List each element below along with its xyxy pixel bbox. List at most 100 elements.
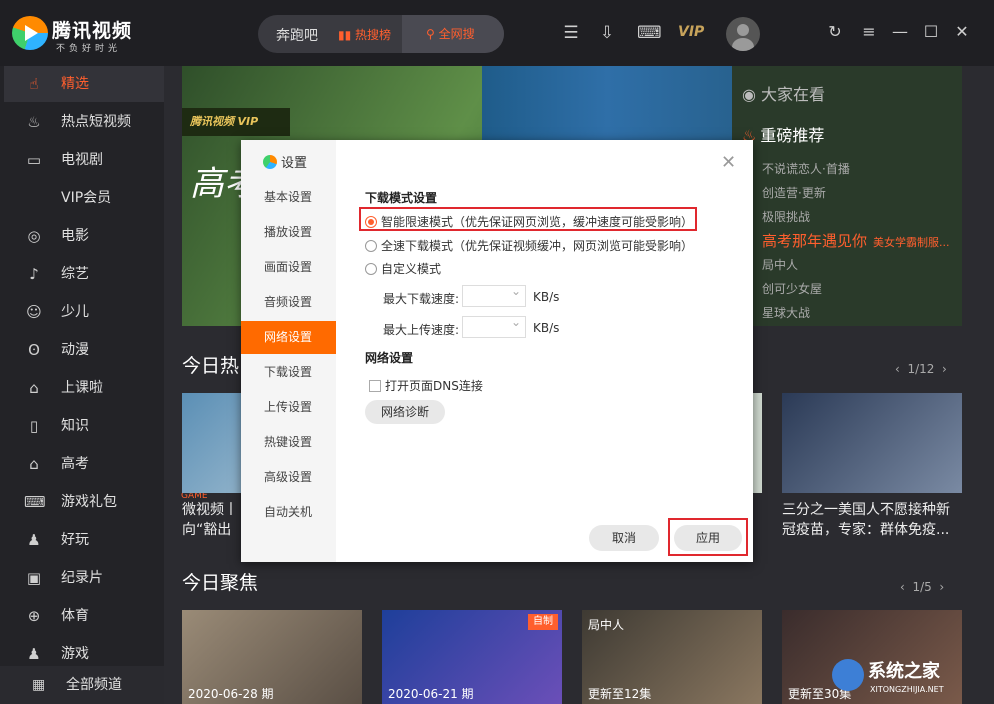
search-query[interactable]: 奔跑吧 — [276, 25, 318, 45]
sidebar-item-tv[interactable]: ▭ 电视剧 — [4, 142, 164, 178]
all-web-search-button[interactable]: ⚲ 全网搜 — [402, 15, 504, 53]
gamepad-icon: ⌨ — [24, 484, 44, 520]
dialog-close-icon[interactable]: ✕ — [721, 152, 736, 173]
nav-network-settings[interactable]: 网络设置 — [241, 321, 336, 354]
rec-item[interactable]: 不说谎恋人·首播 — [762, 160, 850, 177]
game-controller-icon[interactable]: ⌨ — [637, 22, 659, 44]
sidebar-item-movie[interactable]: ◎电影 — [4, 218, 164, 254]
rec-item[interactable]: 局中人 — [762, 256, 798, 273]
original-tag: 自制 — [528, 614, 558, 630]
nav-auto-shutdown[interactable]: 自动关机 — [241, 496, 336, 529]
thumb-up-icon: ☝ — [24, 66, 44, 102]
apply-button[interactable]: 应用 — [674, 525, 742, 551]
sidebar-item-label: 动漫 — [61, 332, 89, 368]
all-channels-button[interactable]: ▦全部频道 — [0, 666, 164, 704]
next-arrow-icon[interactable]: › — [942, 362, 947, 376]
sidebar-item-label: 电视剧 — [61, 142, 103, 178]
prev-arrow-icon[interactable]: ‹ — [895, 362, 900, 376]
minimize-icon[interactable]: — — [890, 22, 910, 42]
nav-playback-settings[interactable]: 播放设置 — [241, 216, 336, 249]
nav-advanced-settings[interactable]: 高级设置 — [241, 461, 336, 494]
focus-card[interactable]: 局中人更新至12集 — [582, 610, 762, 704]
upload-unit: KB/s — [533, 321, 559, 335]
radio-label: 全速下载模式（优先保证视频缓冲，网页浏览可能受影响） — [381, 239, 693, 253]
hot-card-right-caption[interactable]: 三分之一美国人不愿接种新冠疫苗，专家：群体免疫... — [782, 500, 950, 540]
sidebar-item-label: 高考 — [61, 446, 89, 482]
sidebar-item-game-gifts[interactable]: ⌨游戏礼包GAME — [4, 484, 164, 520]
rec-item-subtitle: 美女学霸制服... — [873, 236, 950, 249]
prev-arrow-icon[interactable]: ‹ — [900, 580, 905, 594]
sidebar-item-label: 热点短视频 — [61, 104, 131, 140]
sidebar-item-anime[interactable]: ʘ动漫 — [4, 332, 164, 368]
search-bar[interactable]: 奔跑吧 ▮▮ 热搜榜 ⚲ 全网搜 — [258, 15, 504, 53]
sidebar-item-featured[interactable]: ☝精选 — [4, 66, 164, 102]
sidebar-item-gaokao[interactable]: ⌂ 高考 — [4, 446, 164, 482]
exam-icon: ⌂ — [24, 446, 44, 482]
radio-full-speed[interactable]: 全速下载模式（优先保证视频缓冲，网页浏览可能受影响） — [365, 237, 693, 254]
card-date: 更新至12集 — [588, 685, 651, 702]
featured-label: 重磅推荐 — [760, 126, 824, 145]
sidebar-item-vip[interactable]: VIP会员 — [4, 180, 164, 216]
sidebar-item-label: 少儿 — [61, 294, 89, 330]
banner-brand: 腾讯视频 VIP — [182, 108, 290, 136]
hot-card-middle[interactable] — [752, 393, 762, 493]
sidebar-item-games[interactable]: ♟游戏 — [4, 636, 164, 664]
nav-display-settings[interactable]: 画面设置 — [241, 251, 336, 284]
sidebar-item-knowledge[interactable]: ▯知识 — [4, 408, 164, 444]
radio-custom-mode[interactable]: 自定义模式 — [365, 260, 441, 277]
close-icon[interactable]: ✕ — [952, 22, 972, 42]
maximize-icon[interactable]: ☐ — [921, 22, 941, 42]
nav-download-settings[interactable]: 下载设置 — [241, 356, 336, 389]
dns-checkbox[interactable]: 打开页面DNS连接 — [369, 377, 483, 394]
focus-today-pager: ‹ 1/5 › — [900, 580, 944, 594]
download-unit: KB/s — [533, 290, 559, 304]
rec-item-highlight[interactable]: 高考那年遇见你美女学霸制服... — [762, 230, 950, 251]
cancel-button[interactable]: 取消 — [589, 525, 659, 551]
hot-card-right[interactable] — [782, 393, 962, 493]
logo-text: 腾讯视频 — [52, 16, 132, 43]
refresh-icon[interactable]: ↻ — [825, 22, 845, 42]
hot-today-title: 今日热 — [182, 351, 239, 378]
rec-item[interactable]: 极限挑战 — [762, 208, 810, 225]
network-diagnose-button[interactable]: 网络诊断 — [365, 400, 445, 424]
sidebar-item-variety[interactable]: ♪综艺 — [4, 256, 164, 292]
hot-card-left-caption[interactable]: 微视频丨向“豁出 — [182, 500, 238, 540]
nav-audio-settings[interactable]: 音频设置 — [241, 286, 336, 319]
nav-hotkey-settings[interactable]: 热键设置 — [241, 426, 336, 459]
sidebar-item-label: 好玩 — [61, 522, 89, 558]
menu-icon[interactable]: ≡ — [859, 22, 879, 42]
download-icon[interactable]: ⇩ — [596, 22, 618, 44]
rec-item[interactable]: 创可少女屋 — [762, 280, 822, 297]
caption-line: 三分之一美国人不愿接种新 — [782, 500, 950, 520]
sidebar-item-kids[interactable]: ☺少儿 — [4, 294, 164, 330]
radio-smart-limit[interactable]: 智能限速模式（优先保证网页浏览，缓冲速度可能受影响） — [365, 213, 693, 230]
max-download-select[interactable] — [462, 285, 526, 307]
sidebar-item-classes[interactable]: ⌂上课啦 — [4, 370, 164, 406]
next-arrow-icon[interactable]: › — [939, 580, 944, 594]
focus-card[interactable]: 自制 2020-06-21 期 — [382, 610, 562, 704]
caption-line: 冠疫苗，专家：群体免疫... — [782, 520, 950, 540]
avatar[interactable] — [726, 17, 760, 51]
sidebar-item-documentary[interactable]: ▣纪录片 — [4, 560, 164, 596]
sidebar-item-hot-shorts[interactable]: ♨热点短视频 — [4, 104, 164, 140]
search-icon: ⚲ — [426, 27, 439, 41]
sidebar-item-label: 上课啦 — [61, 370, 103, 406]
tv-icon: ▭ — [24, 142, 44, 178]
rec-item[interactable]: 创造营·更新 — [762, 184, 826, 201]
sidebar-item-fun[interactable]: ♟好玩 — [4, 522, 164, 558]
hot-search-button[interactable]: ▮▮ 热搜榜 — [338, 26, 391, 43]
app-logo[interactable]: 腾讯视频 不负好时光 — [12, 14, 152, 54]
history-icon[interactable]: ☰ — [560, 22, 582, 44]
rec-item[interactable]: 星球大战 — [762, 304, 810, 321]
vip-icon[interactable]: VIP — [678, 24, 704, 40]
card-date: 2020-06-21 期 — [388, 685, 474, 702]
focus-card[interactable]: 2020-06-28 期 — [182, 610, 362, 704]
sidebar-item-label: 体育 — [61, 598, 89, 634]
sidebar-item-sports[interactable]: ⊕体育 — [4, 598, 164, 634]
nav-basic-settings[interactable]: 基本设置 — [241, 181, 336, 214]
bar-chart-icon: ▮▮ — [338, 28, 355, 42]
max-upload-select[interactable] — [462, 316, 526, 338]
dialog-title-text: 设置 — [281, 156, 307, 171]
checkbox-icon — [369, 380, 381, 392]
nav-upload-settings[interactable]: 上传设置 — [241, 391, 336, 424]
